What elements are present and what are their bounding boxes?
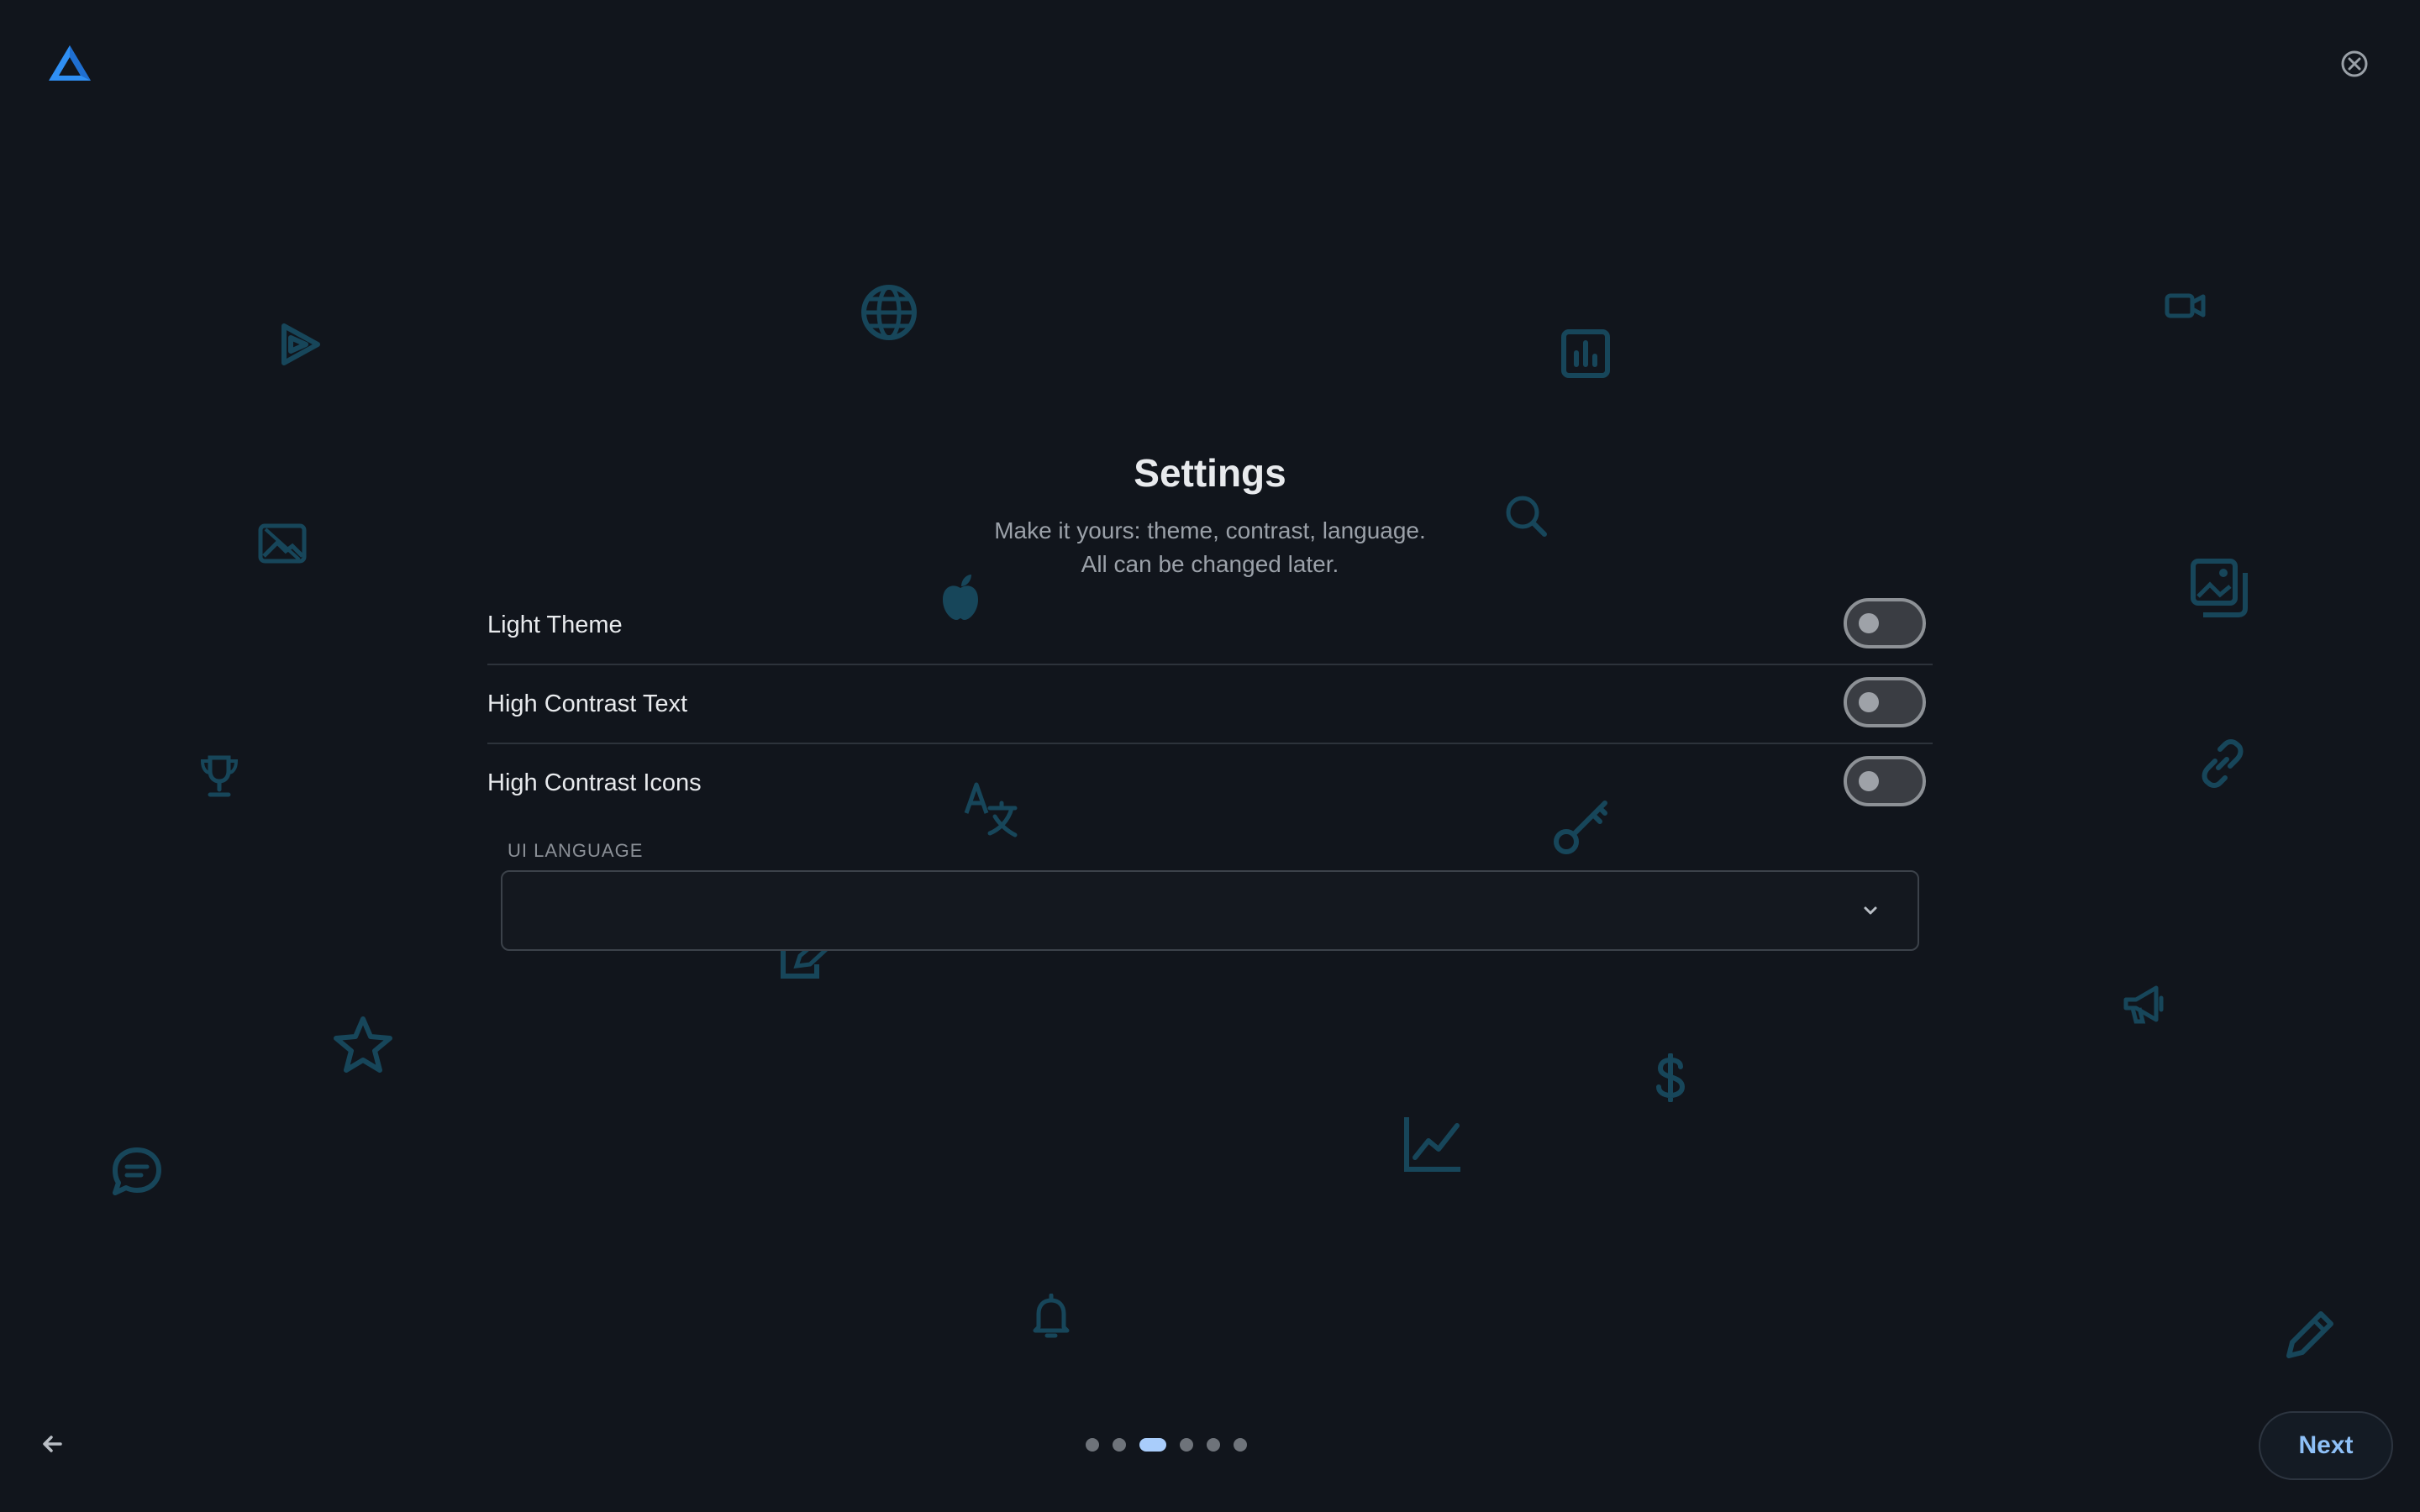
- dollar-icon: [1654, 1053, 1687, 1102]
- close-button[interactable]: [2339, 49, 2370, 79]
- toggle-knob: [1859, 692, 1879, 712]
- globe-icon: [859, 282, 919, 343]
- step-dot-4[interactable]: [1180, 1438, 1193, 1452]
- step-dot-2[interactable]: [1113, 1438, 1126, 1452]
- chat-icon: [111, 1146, 163, 1198]
- chevron-down-icon: [1860, 900, 1881, 921]
- step-dot-1[interactable]: [1086, 1438, 1099, 1452]
- step-dot-3-active[interactable]: [1139, 1438, 1166, 1452]
- link-icon: [2196, 738, 2249, 790]
- pencil-icon: [2282, 1307, 2338, 1362]
- subtitle-line-1: Make it yours: theme, contrast, language…: [994, 517, 1426, 543]
- ui-language-select[interactable]: [501, 870, 1919, 951]
- megaphone-icon: [2123, 983, 2165, 1026]
- setting-label-high-contrast-text: High Contrast Text: [487, 690, 688, 717]
- ui-language-label: UI LANGUAGE: [508, 840, 644, 861]
- arrow-left-icon: [43, 1436, 62, 1452]
- setting-row-high-contrast-icons: High Contrast Icons: [487, 744, 1933, 822]
- high-contrast-icons-toggle[interactable]: [1844, 756, 1926, 806]
- toggle-knob: [1859, 771, 1879, 791]
- light-theme-toggle[interactable]: [1844, 598, 1926, 648]
- play-icon: [276, 321, 323, 368]
- page-subtitle: Make it yours: theme, contrast, language…: [0, 514, 2420, 581]
- setting-label-high-contrast-icons: High Contrast Icons: [487, 769, 702, 796]
- setting-row-light-theme: Light Theme: [487, 586, 1933, 665]
- back-button[interactable]: [39, 1431, 66, 1457]
- line-chart-icon: [1402, 1114, 1464, 1174]
- settings-list: Light Theme High Contrast Text High Cont…: [487, 586, 1933, 822]
- subtitle-line-2: All can be changed later.: [1081, 551, 1339, 577]
- step-dot-5[interactable]: [1207, 1438, 1220, 1452]
- setting-label-light-theme: Light Theme: [487, 612, 623, 638]
- bar-chart-icon: [1560, 328, 1612, 380]
- trophy-icon: [198, 753, 240, 800]
- toggle-knob: [1859, 613, 1879, 633]
- setting-row-high-contrast-text: High Contrast Text: [487, 665, 1933, 744]
- star-icon: [333, 1015, 393, 1074]
- app-logo: [47, 44, 92, 82]
- video-camera-icon: [2165, 291, 2207, 321]
- step-dot-6[interactable]: [1234, 1438, 1247, 1452]
- bell-icon: [1032, 1294, 1071, 1341]
- close-circle-icon: [2341, 50, 2368, 77]
- next-button[interactable]: Next: [2259, 1411, 2393, 1480]
- high-contrast-text-toggle[interactable]: [1844, 677, 1926, 727]
- page-title: Settings: [1134, 451, 1286, 495]
